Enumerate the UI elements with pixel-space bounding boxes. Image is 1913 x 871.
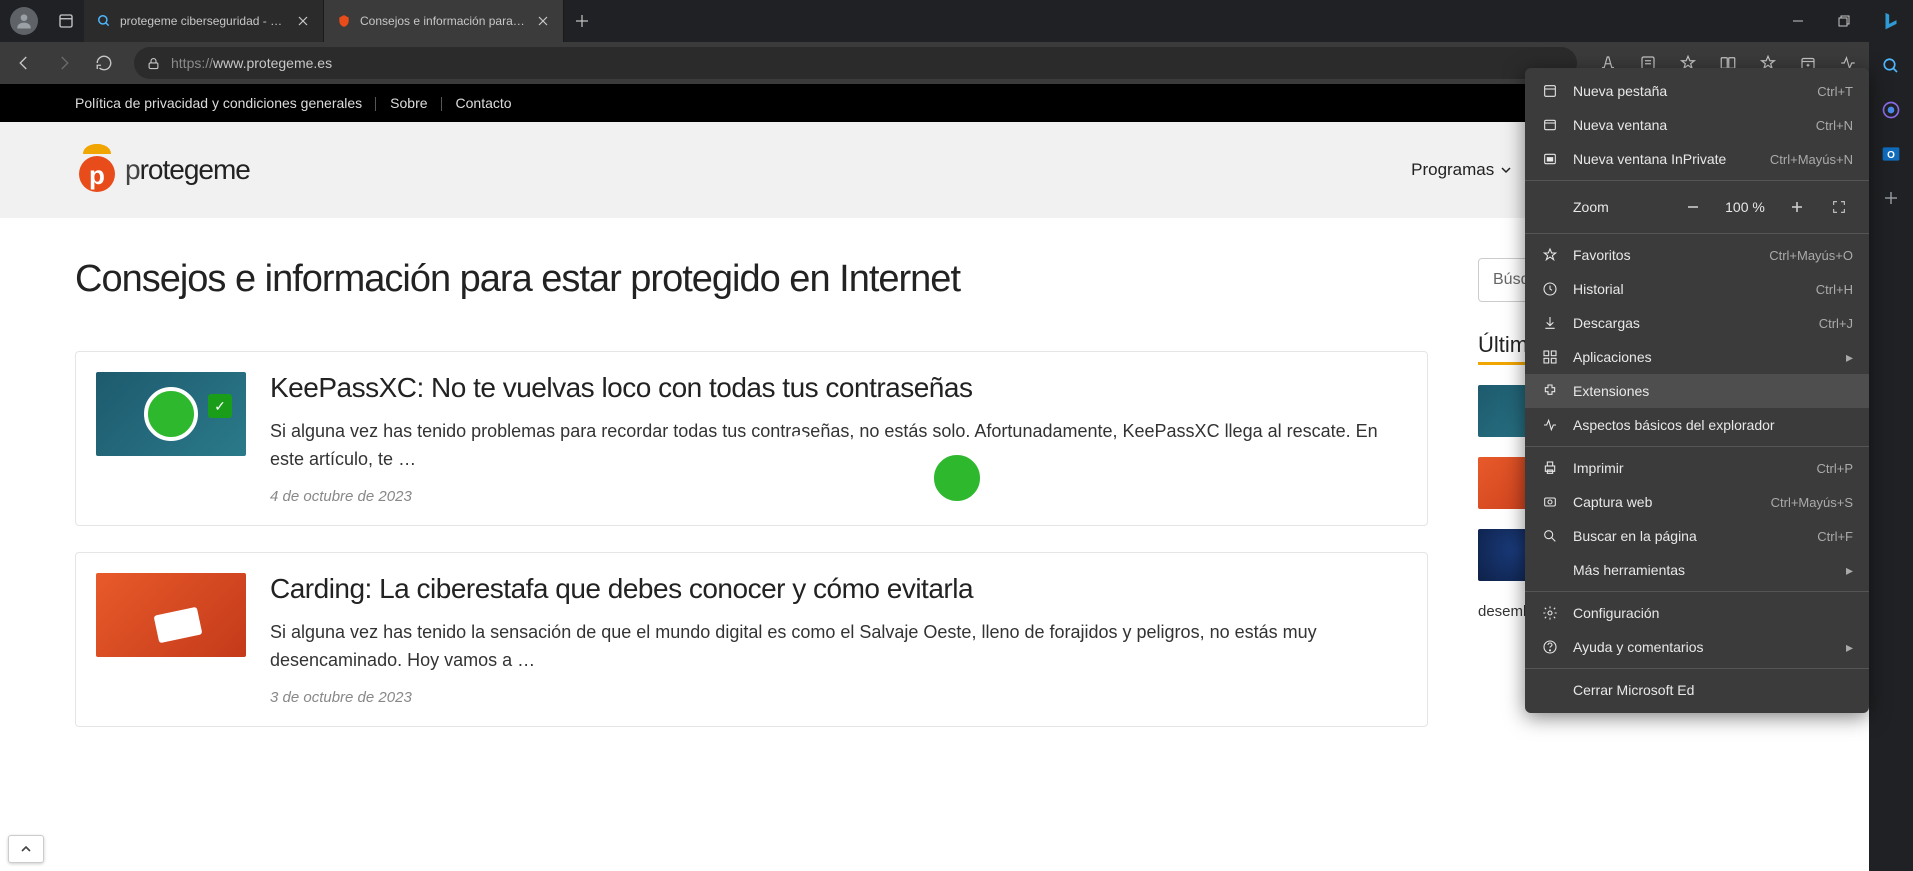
chevron-right-icon: ▸ [1846, 562, 1853, 579]
inprivate-icon [1541, 150, 1559, 168]
bing-chat-icon[interactable] [1877, 8, 1905, 36]
menu-zoom: Zoom 100 % [1525, 185, 1869, 229]
tab-actions-icon[interactable] [48, 3, 84, 39]
menu-favorites[interactable]: Favoritos Ctrl+Mayús+O [1525, 238, 1869, 272]
help-icon [1541, 638, 1559, 656]
outlook-icon[interactable]: O [1877, 140, 1905, 168]
back-button[interactable] [6, 45, 42, 81]
tab-title: Consejos e información para esta [360, 14, 527, 28]
article-thumbnail [96, 573, 246, 657]
gear-icon [1541, 604, 1559, 622]
zoom-out-button[interactable] [1679, 193, 1707, 221]
fullscreen-button[interactable] [1825, 193, 1853, 221]
topbar-about-link[interactable]: Sobre [390, 95, 427, 111]
download-icon [1541, 314, 1559, 332]
zoom-in-button[interactable] [1783, 193, 1811, 221]
nav-programas[interactable]: Programas [1411, 160, 1512, 180]
page-title: Consejos e información para estar proteg… [75, 258, 1428, 301]
menu-help[interactable]: Ayuda y comentarios ▸ [1525, 630, 1869, 664]
maximize-button[interactable] [1821, 0, 1867, 42]
address-bar[interactable]: https://www.protegeme.es [134, 47, 1577, 79]
profile-avatar[interactable] [10, 7, 38, 35]
menu-web-capture[interactable]: Captura web Ctrl+Mayús+S [1525, 485, 1869, 519]
close-icon[interactable] [295, 13, 311, 29]
article-card[interactable]: KeePassXC: No te vuelvas loco con todas … [75, 351, 1428, 526]
tabs: protegeme ciberseguridad - Búsq Consejos… [84, 0, 1775, 42]
add-sidebar-icon[interactable] [1877, 184, 1905, 212]
menu-apps[interactable]: Aplicaciones ▸ [1525, 340, 1869, 374]
article-excerpt: Si alguna vez has tenido problemas para … [270, 418, 1407, 474]
minimize-button[interactable] [1775, 0, 1821, 42]
menu-browser-basics[interactable]: Aspectos básicos del explorador [1525, 408, 1869, 442]
tab-protegeme[interactable]: Consejos e información para esta [324, 0, 564, 42]
zoom-value: 100 % [1721, 199, 1769, 215]
article-date: 3 de octubre de 2023 [270, 689, 1407, 706]
history-icon [1541, 280, 1559, 298]
chevron-right-icon: ▸ [1846, 349, 1853, 366]
menu-settings[interactable]: Configuración [1525, 596, 1869, 630]
article-excerpt: Si alguna vez has tenido la sensación de… [270, 619, 1407, 675]
menu-more-tools[interactable]: Más herramientas ▸ [1525, 553, 1869, 587]
apps-icon [1541, 348, 1559, 366]
bing-search-icon [96, 13, 112, 29]
article-card[interactable]: Carding: La ciberestafa que debes conoce… [75, 552, 1428, 727]
search-sidebar-icon[interactable] [1877, 52, 1905, 80]
site-logo[interactable]: p protegeme [75, 144, 250, 196]
svg-text:O: O [1887, 150, 1895, 161]
new-tab-button[interactable] [564, 0, 600, 42]
new-window-icon [1541, 116, 1559, 134]
article-title[interactable]: Carding: La ciberestafa que debes conoce… [270, 573, 1407, 605]
tab-title: protegeme ciberseguridad - Búsq [120, 14, 287, 28]
print-icon [1541, 459, 1559, 477]
menu-find[interactable]: Buscar en la página Ctrl+F [1525, 519, 1869, 553]
logo-text: protegeme [125, 154, 250, 186]
logo-mark-icon: p [75, 144, 119, 196]
star-icon [1541, 246, 1559, 264]
performance-icon [1541, 416, 1559, 434]
menu-print[interactable]: Imprimir Ctrl+P [1525, 451, 1869, 485]
close-icon[interactable] [535, 13, 551, 29]
search-icon [1541, 527, 1559, 545]
article-title[interactable]: KeePassXC: No te vuelvas loco con todas … [270, 372, 1407, 404]
chevron-right-icon: ▸ [1846, 639, 1853, 656]
extensions-icon [1541, 382, 1559, 400]
article-date: 4 de octubre de 2023 [270, 488, 1407, 505]
menu-close-edge[interactable]: Cerrar Microsoft Ed [1525, 673, 1869, 707]
forward-button [46, 45, 82, 81]
downloads-chevron-button[interactable] [8, 835, 44, 863]
menu-extensions[interactable]: Extensiones [1525, 374, 1869, 408]
capture-icon [1541, 493, 1559, 511]
topbar-privacy-link[interactable]: Política de privacidad y condiciones gen… [75, 95, 362, 111]
site-favicon-icon [336, 13, 352, 29]
browser-menu: Nueva pestaña Ctrl+T Nueva ventana Ctrl+… [1525, 68, 1869, 713]
new-tab-icon [1541, 82, 1559, 100]
menu-new-tab[interactable]: Nueva pestaña Ctrl+T [1525, 74, 1869, 108]
refresh-button[interactable] [86, 45, 122, 81]
edge-sidebar: O [1869, 0, 1913, 871]
sidebar-heading: Últim [1478, 332, 1528, 365]
topbar-contact-link[interactable]: Contacto [456, 95, 512, 111]
titlebar: protegeme ciberseguridad - Búsq Consejos… [0, 0, 1913, 42]
menu-new-window[interactable]: Nueva ventana Ctrl+N [1525, 108, 1869, 142]
article-thumbnail [96, 372, 246, 456]
lock-icon [146, 56, 161, 71]
svg-text:p: p [89, 160, 105, 190]
menu-history[interactable]: Historial Ctrl+H [1525, 272, 1869, 306]
menu-downloads[interactable]: Descargas Ctrl+J [1525, 306, 1869, 340]
menu-new-inprivate[interactable]: Nueva ventana InPrivate Ctrl+Mayús+N [1525, 142, 1869, 176]
copilot-icon[interactable] [1877, 96, 1905, 124]
tab-search[interactable]: protegeme ciberseguridad - Búsq [84, 0, 324, 42]
url-text: https://www.protegeme.es [171, 55, 332, 71]
